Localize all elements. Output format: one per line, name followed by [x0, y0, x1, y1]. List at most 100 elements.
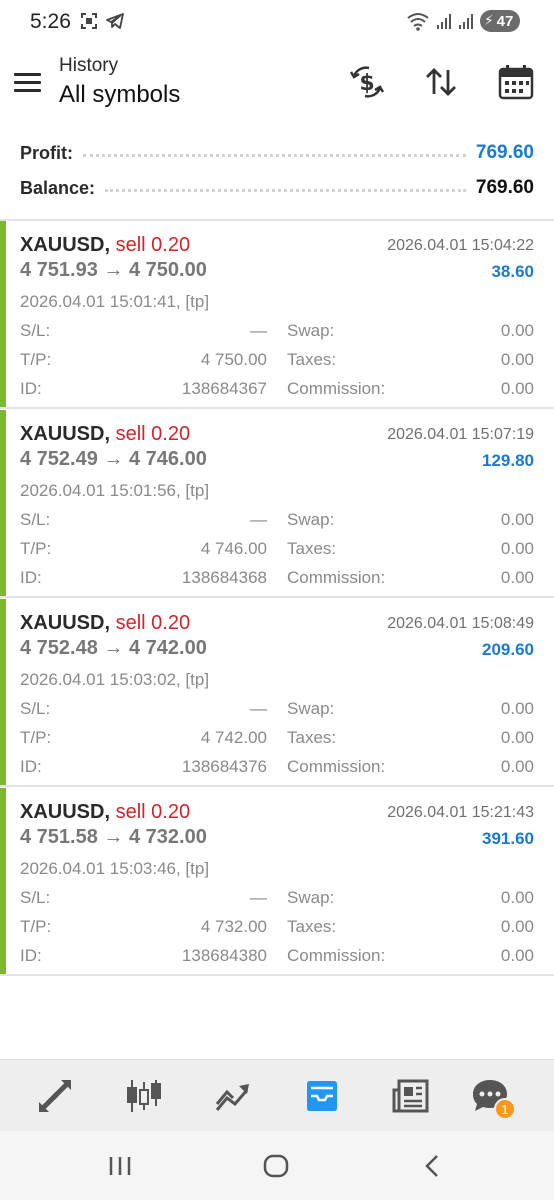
signal-icon	[459, 14, 473, 29]
news-icon[interactable]	[391, 1076, 431, 1116]
deal-type: sell 0.20	[115, 423, 191, 445]
detail-row: T/P: 4 746.00 Taxes: 0.00	[20, 539, 534, 563]
swap-value: 0.00	[500, 699, 534, 718]
quotes-icon[interactable]	[35, 1076, 75, 1116]
chart-icon[interactable]	[124, 1076, 164, 1116]
id-label: ID:	[20, 379, 42, 398]
deal-card[interactable]: XAUUSD, sell 0.20 2026.04.01 15:07:19 4 …	[0, 410, 554, 598]
commission-label: Commission:	[287, 946, 386, 965]
open-time: 2026.04.01 15:03:46, [tp]	[20, 859, 210, 878]
deal-profit: 129.80	[482, 451, 534, 470]
dollar-exchange-icon[interactable]: $	[347, 62, 387, 102]
deal-symbol: XAUUSD, sell 0.20	[20, 423, 190, 446]
deal-profit: 391.60	[482, 829, 534, 848]
commission-value: 0.00	[500, 946, 534, 965]
close-time: 2026.04.01 15:07:19	[387, 426, 534, 443]
bottom-nav: 1	[0, 1059, 554, 1131]
detail-row: T/P: 4 750.00 Taxes: 0.00	[20, 350, 534, 374]
tp-value: 4 746.00	[200, 539, 267, 558]
sl-value: —	[250, 888, 267, 907]
detail-row: S/L: — Swap: 0.00	[20, 321, 534, 345]
battery-level: 47	[496, 12, 514, 30]
trade-icon[interactable]	[213, 1076, 253, 1116]
swap-value: 0.00	[500, 321, 534, 340]
dotted-leader	[83, 153, 466, 157]
deal-card[interactable]: XAUUSD, sell 0.20 2026.04.01 15:21:43 4 …	[0, 788, 554, 976]
profit-label: Profit:	[20, 142, 73, 163]
commission-label: Commission:	[287, 568, 386, 587]
tp-label: T/P:	[20, 917, 52, 936]
deal-type: sell 0.20	[115, 612, 191, 634]
deal-card[interactable]: XAUUSD, sell 0.20 2026.04.01 15:04:22 4 …	[0, 221, 554, 409]
back-icon[interactable]	[418, 1151, 448, 1181]
sl-label: S/L:	[20, 699, 51, 718]
app-header: History All symbols $	[0, 44, 554, 124]
tp-value: 4 750.00	[200, 350, 267, 369]
taxes-label: Taxes:	[287, 539, 337, 558]
sl-label: S/L:	[20, 321, 51, 340]
messages-badge: 1	[494, 1098, 516, 1120]
detail-row: T/P: 4 742.00 Taxes: 0.00	[20, 728, 534, 752]
detail-row: ID: 138684367 Commission: 0.00	[20, 379, 534, 403]
calendar-icon[interactable]	[496, 62, 536, 102]
system-nav-bar	[0, 1131, 554, 1200]
recent-apps-icon[interactable]	[105, 1151, 135, 1181]
status-left-icons	[80, 12, 124, 30]
commission-label: Commission:	[287, 757, 386, 776]
close-time: 2026.04.01 15:21:43	[387, 804, 534, 821]
detail-row: S/L: — Swap: 0.00	[20, 510, 534, 534]
messages-icon[interactable]: 1	[470, 1076, 516, 1120]
sl-label: S/L:	[20, 888, 51, 907]
screenshot-icon	[81, 13, 97, 29]
id-value: 138684380	[181, 946, 267, 965]
deal-prices: 4 751.58 → 4 732.00	[20, 826, 207, 848]
swap-value: 0.00	[500, 510, 534, 529]
sl-value: —	[250, 321, 267, 340]
taxes-label: Taxes:	[287, 917, 337, 936]
deal-accent-bar	[0, 410, 6, 596]
taxes-value: 0.00	[500, 539, 534, 558]
swap-label: Swap:	[287, 321, 335, 340]
open-time: 2026.04.01 15:03:02, [tp]	[20, 670, 210, 689]
menu-button[interactable]	[14, 68, 44, 98]
deal-accent-bar	[0, 599, 6, 785]
taxes-label: Taxes:	[287, 350, 337, 369]
deal-accent-bar	[0, 221, 6, 407]
page-title[interactable]: All symbols	[59, 81, 180, 109]
taxes-label: Taxes:	[287, 728, 337, 747]
svg-text:$: $	[359, 71, 374, 96]
profit-summary-row: Profit: 769.60	[20, 138, 534, 168]
tp-label: T/P:	[20, 728, 52, 747]
deal-type: sell 0.20	[115, 801, 191, 823]
deal-symbol: XAUUSD, sell 0.20	[20, 612, 190, 635]
balance-label: Balance:	[20, 177, 96, 198]
status-bar: 5:26 ⚡ 47	[0, 0, 554, 44]
balance-summary-row: Balance: 769.60	[20, 173, 534, 203]
deal-prices: 4 752.48 → 4 742.00	[20, 637, 207, 659]
status-right-icons: ⚡ 47	[406, 10, 520, 32]
detail-row: ID: 138684380 Commission: 0.00	[20, 946, 534, 970]
balance-value: 769.60	[475, 177, 534, 198]
telegram-icon	[106, 13, 124, 29]
tp-value: 4 732.00	[200, 917, 267, 936]
history-icon[interactable]	[302, 1076, 342, 1116]
sl-value: —	[250, 510, 267, 529]
open-time: 2026.04.01 15:01:56, [tp]	[20, 481, 210, 500]
symbol-name: XAUUSD,	[20, 801, 111, 823]
taxes-value: 0.00	[500, 350, 534, 369]
deal-card[interactable]: XAUUSD, sell 0.20 2026.04.01 15:08:49 4 …	[0, 599, 554, 787]
tp-value: 4 742.00	[200, 728, 267, 747]
swap-label: Swap:	[287, 888, 335, 907]
deal-prices: 4 751.93 → 4 750.00	[20, 259, 207, 281]
home-icon[interactable]	[261, 1151, 291, 1181]
sort-icon[interactable]	[421, 62, 461, 102]
detail-row: S/L: — Swap: 0.00	[20, 888, 534, 912]
sl-value: —	[250, 699, 267, 718]
deal-profit: 38.60	[491, 262, 534, 281]
symbol-name: XAUUSD,	[20, 612, 111, 634]
taxes-value: 0.00	[500, 917, 534, 936]
deal-prices: 4 752.49 → 4 746.00	[20, 448, 207, 470]
profit-value: 769.60	[475, 142, 534, 163]
id-label: ID:	[20, 568, 42, 587]
symbol-name: XAUUSD,	[20, 234, 111, 256]
